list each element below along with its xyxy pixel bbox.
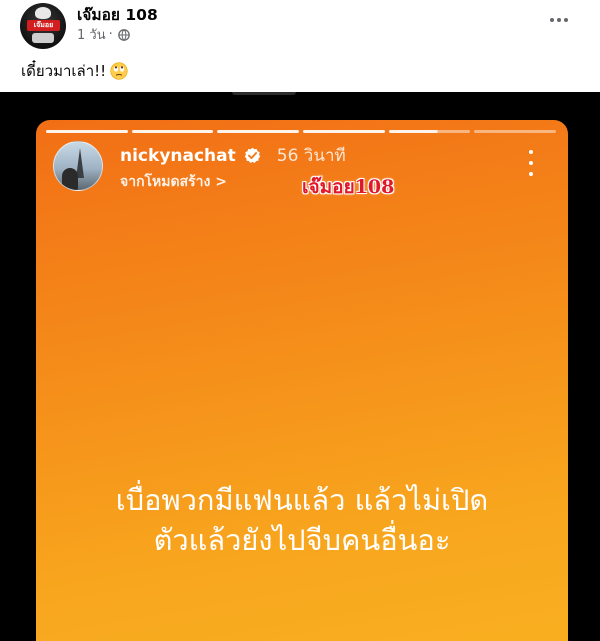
avatar-logo-base (32, 33, 54, 43)
post-time[interactable]: 1 วัน (77, 24, 106, 45)
person-silhouette (62, 168, 78, 190)
avatar-logo-shape (35, 7, 51, 19)
more-dot-icon (550, 18, 554, 22)
more-dot-icon (529, 150, 533, 154)
story-user-avatar (53, 141, 103, 191)
verified-badge-icon (244, 147, 260, 164)
story-username: nickynachat (120, 145, 236, 166)
story-progress-segment (303, 130, 385, 133)
author-avatar[interactable]: เจ๊มอย (20, 3, 66, 49)
post-meta: 1 วัน · (77, 24, 130, 45)
caption-text: เดี๋ยวมาเล่า!! (21, 62, 107, 80)
more-dot-icon (557, 18, 561, 22)
story-text-line: เบื่อพวกมีแฟนแล้ว แล้วไม่เปิด (115, 483, 489, 517)
instagram-story-screenshot: nickynachat 56 วินาที จากโหมดสร้าง > เจ๊… (36, 120, 568, 641)
more-dot-icon (529, 161, 533, 165)
story-time: 56 วินาที (276, 146, 346, 166)
post-caption: เดี๋ยวมาเล่า!! (21, 59, 128, 83)
face-with-rolling-eyes-icon (110, 62, 128, 80)
globe-icon[interactable] (117, 28, 130, 41)
more-dot-icon (564, 18, 568, 22)
story-user-row: nickynachat 56 วินาที (120, 142, 346, 169)
story-progress-segment (388, 130, 471, 133)
story-body-text: เบื่อพวกมีแฟนแล้ว แล้วไม่เปิด ตัวแล้วยัง… (36, 480, 568, 560)
avatar-logo-text: เจ๊มอย (27, 20, 60, 31)
meta-separator: · (108, 27, 113, 42)
post-image[interactable]: nickynachat 56 วินาที จากโหมดสร้าง > เจ๊… (0, 92, 600, 641)
story-progress-segment (131, 130, 214, 133)
facebook-post: เจ๊มอย เจ๊มอย 108 1 วัน · เดี๋ยวมาเล่า!! (0, 0, 600, 641)
story-progress-bar (46, 130, 557, 133)
story-subtitle: จากโหมดสร้าง > (120, 174, 227, 190)
image-top-edge (232, 92, 296, 95)
story-progress-segment (217, 130, 300, 133)
story-progress-segment (474, 130, 557, 133)
story-text-line: ตัวแล้วยังไปจีบคนอื่นอะ (153, 523, 451, 557)
post-options-button[interactable] (544, 8, 574, 32)
story-progress-segment (46, 130, 128, 133)
story-more-vertical-icon (524, 150, 538, 176)
more-dot-icon (529, 172, 533, 176)
post-header: เจ๊มอย เจ๊มอย 108 1 วัน · (0, 0, 600, 52)
watermark-text: เจ๊มอย108 (302, 176, 395, 198)
